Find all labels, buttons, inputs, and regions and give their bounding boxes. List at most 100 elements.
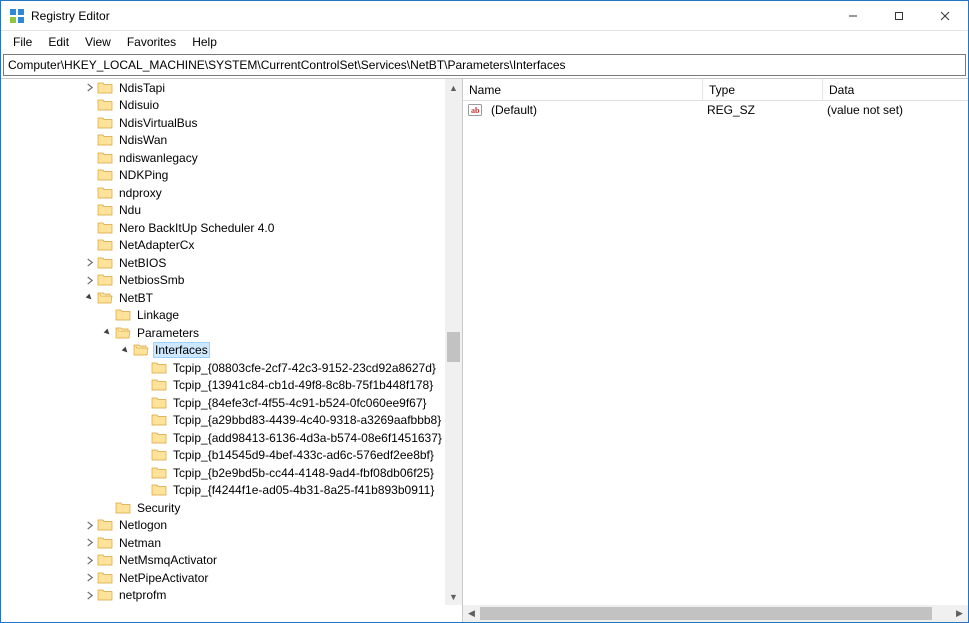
tree-item[interactable]: NetPipeActivator [5, 569, 445, 587]
chevron-down-icon[interactable] [99, 325, 115, 341]
folder-icon [97, 588, 113, 602]
tree-scroll-thumb[interactable] [447, 332, 460, 362]
scroll-left-icon[interactable]: ◀ [463, 605, 480, 622]
chevron-right-icon[interactable] [81, 255, 97, 271]
menu-help[interactable]: Help [184, 33, 225, 51]
tree-item-label: Tcpip_{84efe3cf-4f55-4c91-b524-0fc060ee9… [171, 396, 429, 410]
folder-icon [97, 116, 113, 130]
folder-icon [97, 571, 113, 585]
tree-item[interactable]: Tcpip_{a29bbd83-4439-4c40-9318-a3269aafb… [5, 412, 445, 430]
tree-item[interactable]: NetBIOS [5, 254, 445, 272]
tree-item[interactable]: NdisWan [5, 132, 445, 150]
tree-item-label: Ndu [117, 203, 143, 217]
svg-text:ab: ab [471, 106, 480, 115]
address-bar[interactable]: Computer\HKEY_LOCAL_MACHINE\SYSTEM\Curre… [3, 54, 966, 76]
tree-item[interactable]: NetbiosSmb [5, 272, 445, 290]
tree-item-label: NdisVirtualBus [117, 116, 199, 130]
column-type[interactable]: Type [703, 79, 823, 100]
menu-view[interactable]: View [77, 33, 119, 51]
tree-item[interactable]: Parameters [5, 324, 445, 342]
chevron-right-icon[interactable] [81, 587, 97, 603]
tree-item-label: NetBIOS [117, 256, 168, 270]
tree-item-label: NetPipeActivator [117, 571, 210, 585]
folder-icon [151, 466, 167, 480]
maximize-button[interactable] [876, 1, 922, 31]
menu-edit[interactable]: Edit [40, 33, 77, 51]
folder-icon [97, 238, 113, 252]
folder-icon [151, 378, 167, 392]
scroll-down-icon[interactable]: ▼ [445, 588, 462, 605]
value-row[interactable]: ab(Default)REG_SZ(value not set) [463, 101, 968, 119]
tree-item-label: Nero BackItUp Scheduler 4.0 [117, 221, 276, 235]
tree-item-label: Tcpip_{f4244f1e-ad05-4b31-8a25-f41b893b0… [171, 483, 436, 497]
chevron-right-icon[interactable] [81, 272, 97, 288]
tree-item[interactable]: Tcpip_{b2e9bd5b-cc44-4148-9ad4-fbf08db06… [5, 464, 445, 482]
tree-item[interactable]: ndproxy [5, 184, 445, 202]
tree-item-label: NetAdapterCx [117, 238, 196, 252]
tree-item-label: NetBT [117, 291, 155, 305]
tree-item[interactable]: Nero BackItUp Scheduler 4.0 [5, 219, 445, 237]
registry-tree[interactable]: NdisTapiNdisuioNdisVirtualBus NdisWan ndis… [1, 79, 445, 604]
folder-icon [97, 186, 113, 200]
tree-item[interactable]: Netlogon [5, 517, 445, 535]
column-name[interactable]: Name [463, 79, 703, 100]
tree-item[interactable]: Ndisuio [5, 97, 445, 115]
chevron-right-icon[interactable] [81, 552, 97, 568]
values-horizontal-scrollbar[interactable]: ◀ ▶ [463, 605, 968, 622]
folder-icon [151, 448, 167, 462]
tree-item[interactable]: NetMsmqActivator [5, 552, 445, 570]
values-list[interactable]: ab(Default)REG_SZ(value not set) [463, 101, 968, 605]
tree-item-label: NetMsmqActivator [117, 553, 219, 567]
column-data[interactable]: Data [823, 79, 968, 100]
menu-file[interactable]: File [5, 33, 40, 51]
tree-item-label: Tcpip_{a29bbd83-4439-4c40-9318-a3269aafb… [171, 413, 443, 427]
folder-icon [97, 81, 113, 95]
chevron-right-icon[interactable] [81, 535, 97, 551]
folder-icon [97, 168, 113, 182]
tree-item[interactable]: NetBT [5, 289, 445, 307]
tree-item[interactable]: NetAdapterCx [5, 237, 445, 255]
value-type: REG_SZ [701, 103, 821, 117]
chevron-right-icon[interactable] [81, 570, 97, 586]
tree-item[interactable]: Tcpip_{08803cfe-2cf7-42c3-9152-23cd92a86… [5, 359, 445, 377]
folder-icon [151, 361, 167, 375]
tree-item[interactable]: Tcpip_{b14545d9-4bef-433c-ad6c-576edf2ee… [5, 447, 445, 465]
scroll-right-icon[interactable]: ▶ [951, 605, 968, 622]
tree-item[interactable]: ndiswanlegacy [5, 149, 445, 167]
value-name: (Default) [485, 103, 701, 117]
tree-item[interactable]: Ndu [5, 202, 445, 220]
chevron-right-icon[interactable] [81, 517, 97, 533]
tree-item[interactable]: Security [5, 499, 445, 517]
tree-item-label: netprofm [117, 588, 168, 602]
titlebar: Registry Editor [1, 1, 968, 31]
close-button[interactable] [922, 1, 968, 31]
tree-item[interactable]: NdisTapi [5, 79, 445, 97]
tree-item[interactable]: Tcpip_{add98413-6136-4d3a-b574-08e6f1451… [5, 429, 445, 447]
tree-item-label: ndproxy [117, 186, 164, 200]
tree-item[interactable]: NdisVirtualBus [5, 114, 445, 132]
minimize-button[interactable] [830, 1, 876, 31]
tree-item[interactable]: Interfaces [5, 342, 445, 360]
values-scroll-thumb[interactable] [480, 607, 932, 620]
tree-item[interactable]: netprofm [5, 587, 445, 605]
tree-item-label: Tcpip_{b14545d9-4bef-433c-ad6c-576edf2ee… [171, 448, 436, 462]
folder-icon [97, 203, 113, 217]
folder-icon [97, 518, 113, 532]
chevron-down-icon[interactable] [117, 342, 133, 358]
tree-vertical-scrollbar[interactable]: ▲ ▼ [445, 79, 462, 605]
tree-item[interactable]: NDKPing [5, 167, 445, 185]
tree-item[interactable]: Tcpip_{13941c84-cb1d-49f8-8c8b-75f1b448f… [5, 377, 445, 395]
tree-item[interactable]: Netman [5, 534, 445, 552]
tree-item-label: NdisWan [117, 133, 169, 147]
folder-icon [151, 396, 167, 410]
tree-item-label: Netman [117, 536, 163, 550]
chevron-down-icon[interactable] [81, 290, 97, 306]
chevron-right-icon[interactable] [81, 80, 97, 96]
folder-icon [97, 221, 113, 235]
folder-icon [151, 483, 167, 497]
tree-item[interactable]: Tcpip_{f4244f1e-ad05-4b31-8a25-f41b893b0… [5, 482, 445, 500]
tree-item[interactable]: Linkage [5, 307, 445, 325]
menu-favorites[interactable]: Favorites [119, 33, 184, 51]
tree-item[interactable]: Tcpip_{84efe3cf-4f55-4c91-b524-0fc060ee9… [5, 394, 445, 412]
scroll-up-icon[interactable]: ▲ [445, 79, 462, 96]
